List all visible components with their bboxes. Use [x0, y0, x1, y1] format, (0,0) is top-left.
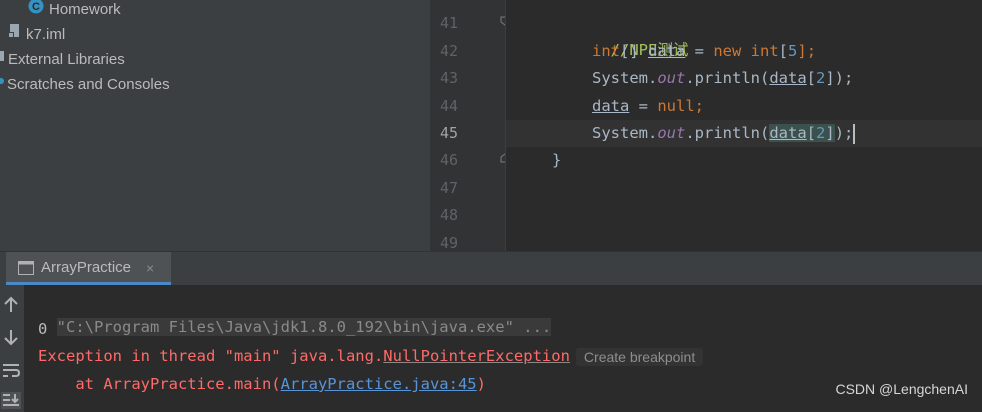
code-token: ]; — [797, 42, 817, 60]
arrow-up-icon[interactable] — [0, 296, 22, 314]
line-number: 48 — [439, 206, 458, 224]
tree-item-label: Scratches and Consoles — [7, 76, 170, 93]
code-token: out — [657, 69, 686, 87]
svg-text:C: C — [32, 1, 40, 13]
code-token: new — [713, 42, 742, 60]
code-token: .println( — [685, 69, 770, 87]
project-tree-panel: C Homework k7.iml External Libraries Scr… — [0, 0, 430, 251]
tree-item-label: Homework — [49, 1, 121, 18]
close-icon[interactable]: × — [146, 252, 154, 284]
tab-arraypractice[interactable]: ArrayPractice × — [6, 252, 171, 285]
code-token: ); — [834, 124, 854, 142]
code-token: = — [685, 42, 714, 60]
java-class-icon: C — [28, 0, 44, 22]
tree-item-scratches-and-consoles[interactable]: Scratches and Consoles — [0, 73, 170, 97]
code-token: data — [592, 97, 630, 115]
watermark: CSDN @LengchenAI — [835, 381, 968, 397]
code-token: out — [657, 124, 686, 142]
stack-frame-text: at ArrayPractice.main( — [38, 375, 281, 393]
scroll-to-end-icon[interactable] — [0, 391, 22, 409]
stack-frame-suffix: ) — [476, 375, 486, 393]
code-line-43[interactable]: System.out.println(data[2]); — [592, 65, 853, 92]
code-token: [ — [806, 124, 816, 142]
code-line-41[interactable]: //NPE测试 — [592, 10, 689, 59]
code-line-45[interactable]: System.out.println(data[2]); — [592, 120, 856, 147]
code-token: ]); — [825, 69, 854, 87]
command-line-text[interactable]: "C:\Program Files\Java\jdk1.8.0_192\bin\… — [56, 318, 552, 336]
line-number: 42 — [439, 42, 458, 60]
code-token: data — [769, 124, 807, 142]
line-number: 43 — [439, 69, 458, 87]
console-line-exception: Exception in thread "main" java.lang.Nul… — [38, 343, 704, 369]
console-icon — [18, 261, 34, 275]
run-toolbar — [0, 285, 24, 412]
code-token: .println( — [685, 124, 770, 142]
code-line-44[interactable]: data = null; — [592, 93, 704, 120]
soft-wrap-icon[interactable] — [0, 361, 22, 379]
code-token: data — [648, 42, 686, 60]
line-number-active: 45 — [439, 124, 458, 142]
tree-item-label: k7.iml — [26, 26, 66, 43]
tab-label: ArrayPractice — [41, 259, 132, 276]
create-breakpoint-button[interactable]: Create breakpoint — [575, 347, 704, 366]
code-token: 5 — [788, 42, 798, 60]
exception-class-link[interactable]: NullPointerException — [383, 347, 570, 365]
arrow-down-icon[interactable] — [0, 328, 22, 346]
code-token: 2 — [816, 69, 826, 87]
code-token: data — [769, 69, 807, 87]
module-file-icon — [7, 23, 21, 47]
tree-item-homework[interactable]: C Homework — [28, 0, 121, 22]
line-number: 47 — [439, 179, 458, 197]
source-location-link[interactable]: ArrayPractice.java:45 — [281, 375, 477, 393]
code-line-42[interactable]: int[] data = new int[5]; — [592, 38, 816, 65]
text-caret — [853, 123, 856, 144]
code-token: } — [552, 151, 562, 169]
code-token: System. — [592, 69, 658, 87]
console-line-output: 0 — [38, 320, 48, 338]
scratches-icon — [0, 73, 5, 97]
editor-gutter: 41 42 43 44 45 46 47 48 49 — [430, 0, 510, 252]
code-token: [] — [620, 42, 648, 60]
code-token: null — [657, 97, 695, 115]
line-number: 46 — [439, 151, 458, 169]
tree-item-label: External Libraries — [8, 51, 125, 68]
line-number: 41 — [439, 14, 458, 32]
code-token: int — [592, 42, 620, 60]
code-token: System. — [592, 124, 658, 142]
code-token: ; — [694, 97, 704, 115]
code-token: [ — [778, 42, 789, 60]
run-tool-window-header: ArrayPractice × — [0, 251, 982, 285]
tree-item-external-libraries[interactable]: External Libraries — [0, 48, 125, 72]
exception-text: Exception in thread "main" java.lang. — [38, 347, 384, 365]
tree-item-k7-iml[interactable]: k7.iml — [7, 23, 65, 47]
code-line-46[interactable]: } — [552, 147, 561, 174]
code-token: ] — [825, 124, 835, 142]
library-icon — [0, 48, 6, 72]
code-token: int — [750, 42, 779, 60]
console-line-stacktrace: at ArrayPractice.main(ArrayPractice.java… — [38, 371, 486, 397]
code-token: 2 — [816, 124, 826, 142]
console-line-command: "C:\Program Files\Java\jdk1.8.0_192\bin\… — [38, 288, 552, 336]
line-number: 44 — [439, 97, 458, 115]
code-token: = — [629, 97, 658, 115]
code-token: [ — [806, 69, 816, 87]
